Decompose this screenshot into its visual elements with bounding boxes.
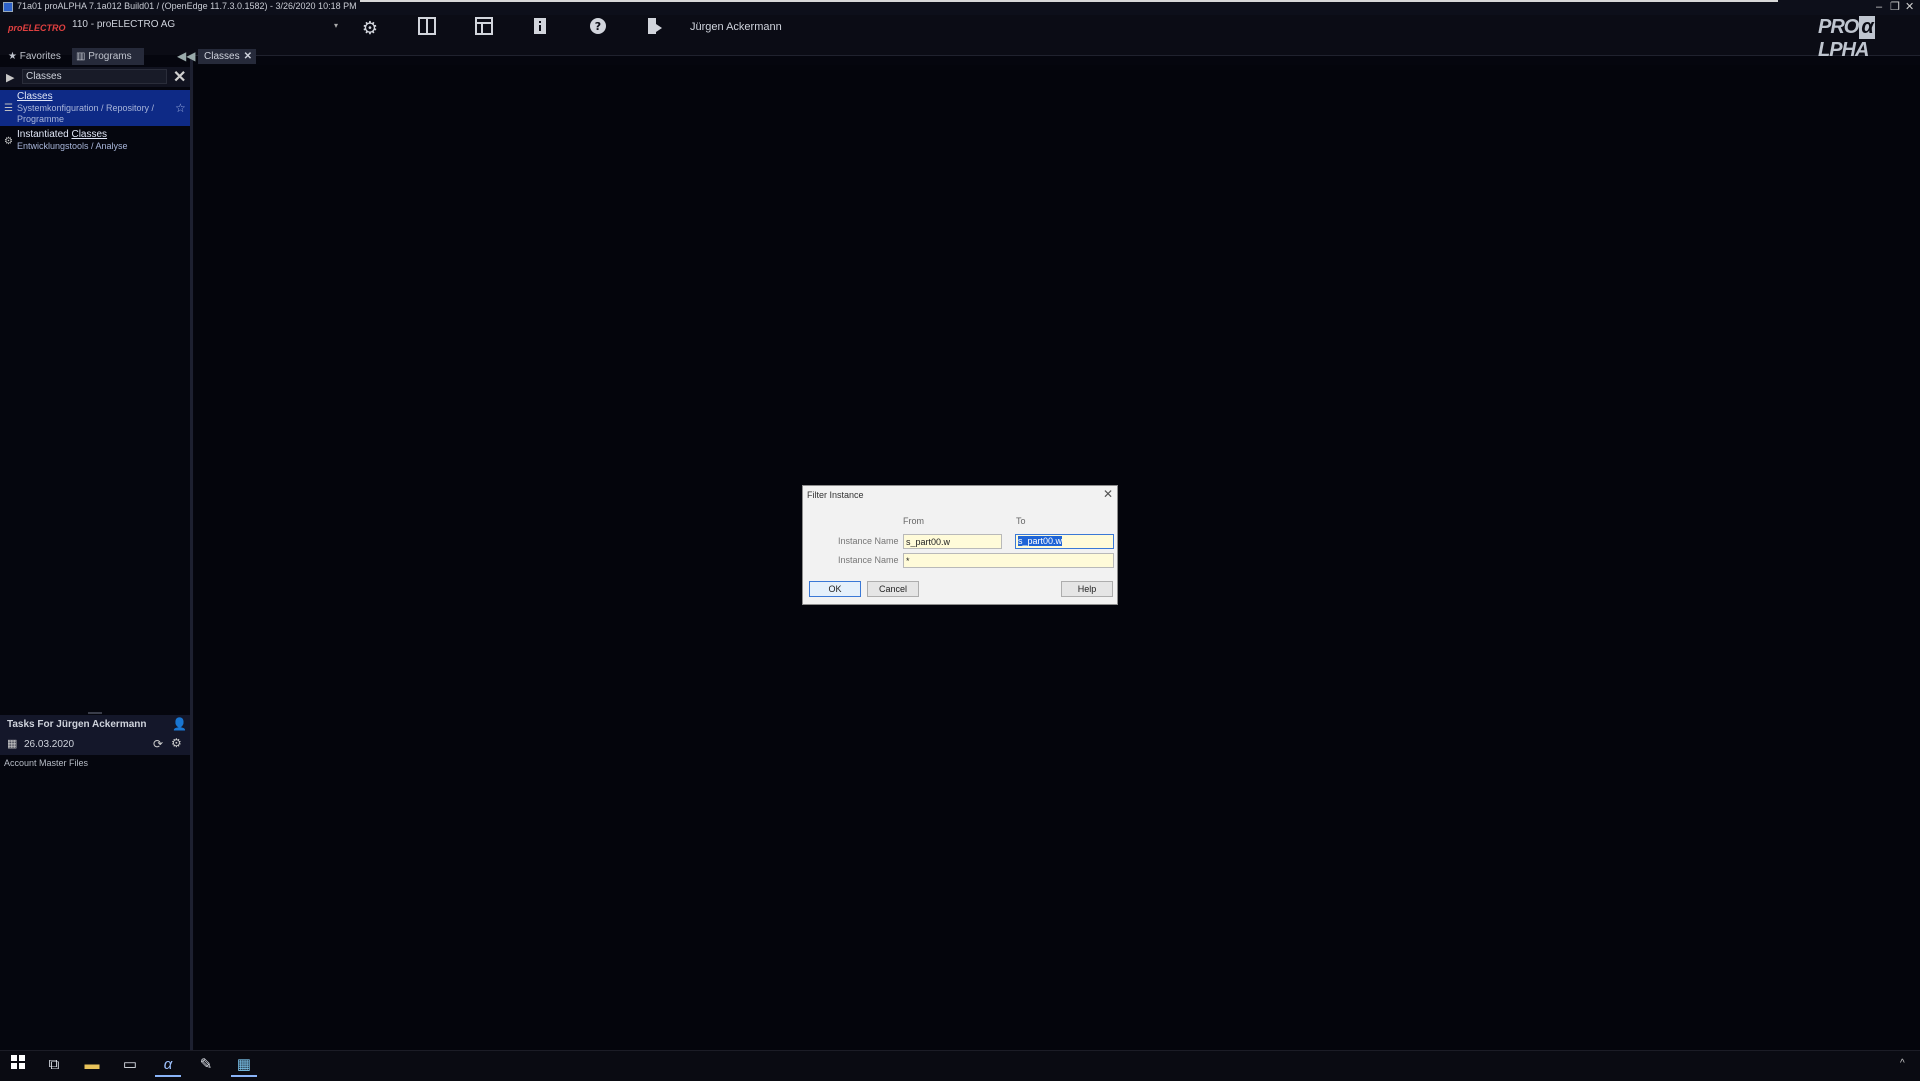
- tab-label: Programs: [88, 51, 132, 62]
- minimize-button[interactable]: –: [1876, 1, 1882, 13]
- terminal-icon[interactable]: ▭: [117, 1053, 143, 1077]
- to-instance-name-input[interactable]: s_part00.w: [1015, 534, 1114, 549]
- favorite-star-icon[interactable]: ☆: [175, 101, 186, 115]
- window-title: 71a01 proALPHA 7.1a012 Build01 / (OpenEd…: [17, 1, 357, 11]
- file-explorer-icon[interactable]: ▬: [79, 1053, 105, 1077]
- help-icon[interactable]: ?: [587, 17, 609, 39]
- logout-icon[interactable]: [643, 17, 665, 39]
- svg-text:?: ?: [595, 20, 601, 33]
- tasks-title: Tasks For Jürgen Ackermann: [7, 719, 147, 730]
- tab-favorites[interactable]: ★ Favorites: [4, 48, 72, 65]
- close-tab-icon[interactable]: ✕: [244, 49, 252, 64]
- navigation-panel: [0, 55, 193, 1050]
- to-column-header: To: [1016, 516, 1026, 526]
- proalpha-app-icon[interactable]: α: [155, 1053, 181, 1077]
- tools-app-icon[interactable]: ✎: [193, 1053, 219, 1077]
- filter-instance-dialog: Filter Instance ✕ From To Instance Name …: [802, 485, 1118, 605]
- from-column-header: From: [903, 516, 924, 526]
- dialog-title: Filter Instance: [807, 490, 864, 500]
- from-instance-name-input-2[interactable]: [903, 553, 1114, 568]
- result-title[interactable]: Instantiated Classes: [17, 129, 107, 140]
- clear-search-icon[interactable]: ✕: [173, 67, 186, 87]
- info-icon[interactable]: [529, 17, 551, 39]
- tab-classes[interactable]: Classes ✕: [198, 49, 256, 64]
- windows-start-icon[interactable]: [5, 1053, 31, 1077]
- from-instance-name-input[interactable]: [903, 534, 1002, 549]
- app-icon: [3, 2, 13, 12]
- nav-tabs: ★ Favorites ▥ Programs: [0, 48, 190, 65]
- user-icon[interactable]: 👤: [172, 717, 187, 731]
- task-view-icon[interactable]: ⧉: [41, 1053, 67, 1077]
- current-user: Jürgen Ackermann: [690, 21, 782, 33]
- tab-label: Favorites: [19, 51, 61, 62]
- table-app-icon[interactable]: ▦: [231, 1053, 257, 1077]
- refresh-icon[interactable]: ⟳: [153, 737, 163, 751]
- star-icon: ★: [8, 51, 17, 62]
- brand-logo: proELECTRO: [8, 23, 66, 33]
- result-path: Entwicklungstools / Analyse: [17, 141, 128, 151]
- collapse-panel-icon[interactable]: ◀◀: [177, 49, 195, 63]
- cancel-button[interactable]: Cancel: [867, 581, 919, 597]
- tasks-date: 26.03.2020: [24, 739, 75, 750]
- play-icon[interactable]: ▶: [6, 71, 14, 84]
- company-select[interactable]: 110 - proELECTRO AG ▾: [72, 19, 340, 35]
- ok-button[interactable]: OK: [809, 581, 861, 597]
- help-button[interactable]: Help: [1061, 581, 1113, 597]
- restore-button[interactable]: ❐: [1890, 1, 1900, 13]
- panel-splitter[interactable]: [88, 712, 102, 714]
- programs-icon: ▥: [76, 51, 86, 62]
- tab-label: Classes: [204, 51, 240, 62]
- loading-bar: [360, 0, 1778, 2]
- result-title[interactable]: Classes: [17, 91, 53, 102]
- search-input[interactable]: [22, 69, 167, 84]
- taskbar: [0, 1050, 1920, 1081]
- chevron-down-icon: ▾: [333, 21, 338, 30]
- list-item[interactable]: ☰ Classes Systemkonfiguration / Reposito…: [0, 90, 190, 126]
- task-item[interactable]: Account Master Files: [4, 758, 88, 768]
- settings-icon[interactable]: ⚙: [171, 736, 182, 750]
- result-path: Systemkonfiguration / Repository / Progr…: [17, 103, 155, 124]
- proalpha-logo: PRO αLPHA: [1818, 16, 1875, 61]
- list-item[interactable]: ⚙ Instantiated Classes Entwicklungstools…: [0, 127, 190, 153]
- tab-programs[interactable]: ▥ Programs: [72, 48, 144, 65]
- close-icon[interactable]: ✕: [1103, 487, 1113, 501]
- gear-icon[interactable]: ⚙: [359, 17, 381, 39]
- layout-icon[interactable]: [473, 17, 495, 39]
- instance-name-label: Instance Name: [838, 536, 899, 546]
- list-icon: ☰: [4, 103, 13, 114]
- calendar-icon[interactable]: ▦: [7, 737, 17, 750]
- close-window-button[interactable]: ✕: [1905, 1, 1914, 13]
- tools-icon: ⚙: [4, 136, 13, 147]
- columns-icon[interactable]: [416, 17, 438, 39]
- company-select-value: 110 - proELECTRO AG: [72, 19, 176, 30]
- chevron-up-icon[interactable]: ^: [1900, 1058, 1905, 1069]
- instance-name-label-2: Instance Name: [838, 555, 899, 565]
